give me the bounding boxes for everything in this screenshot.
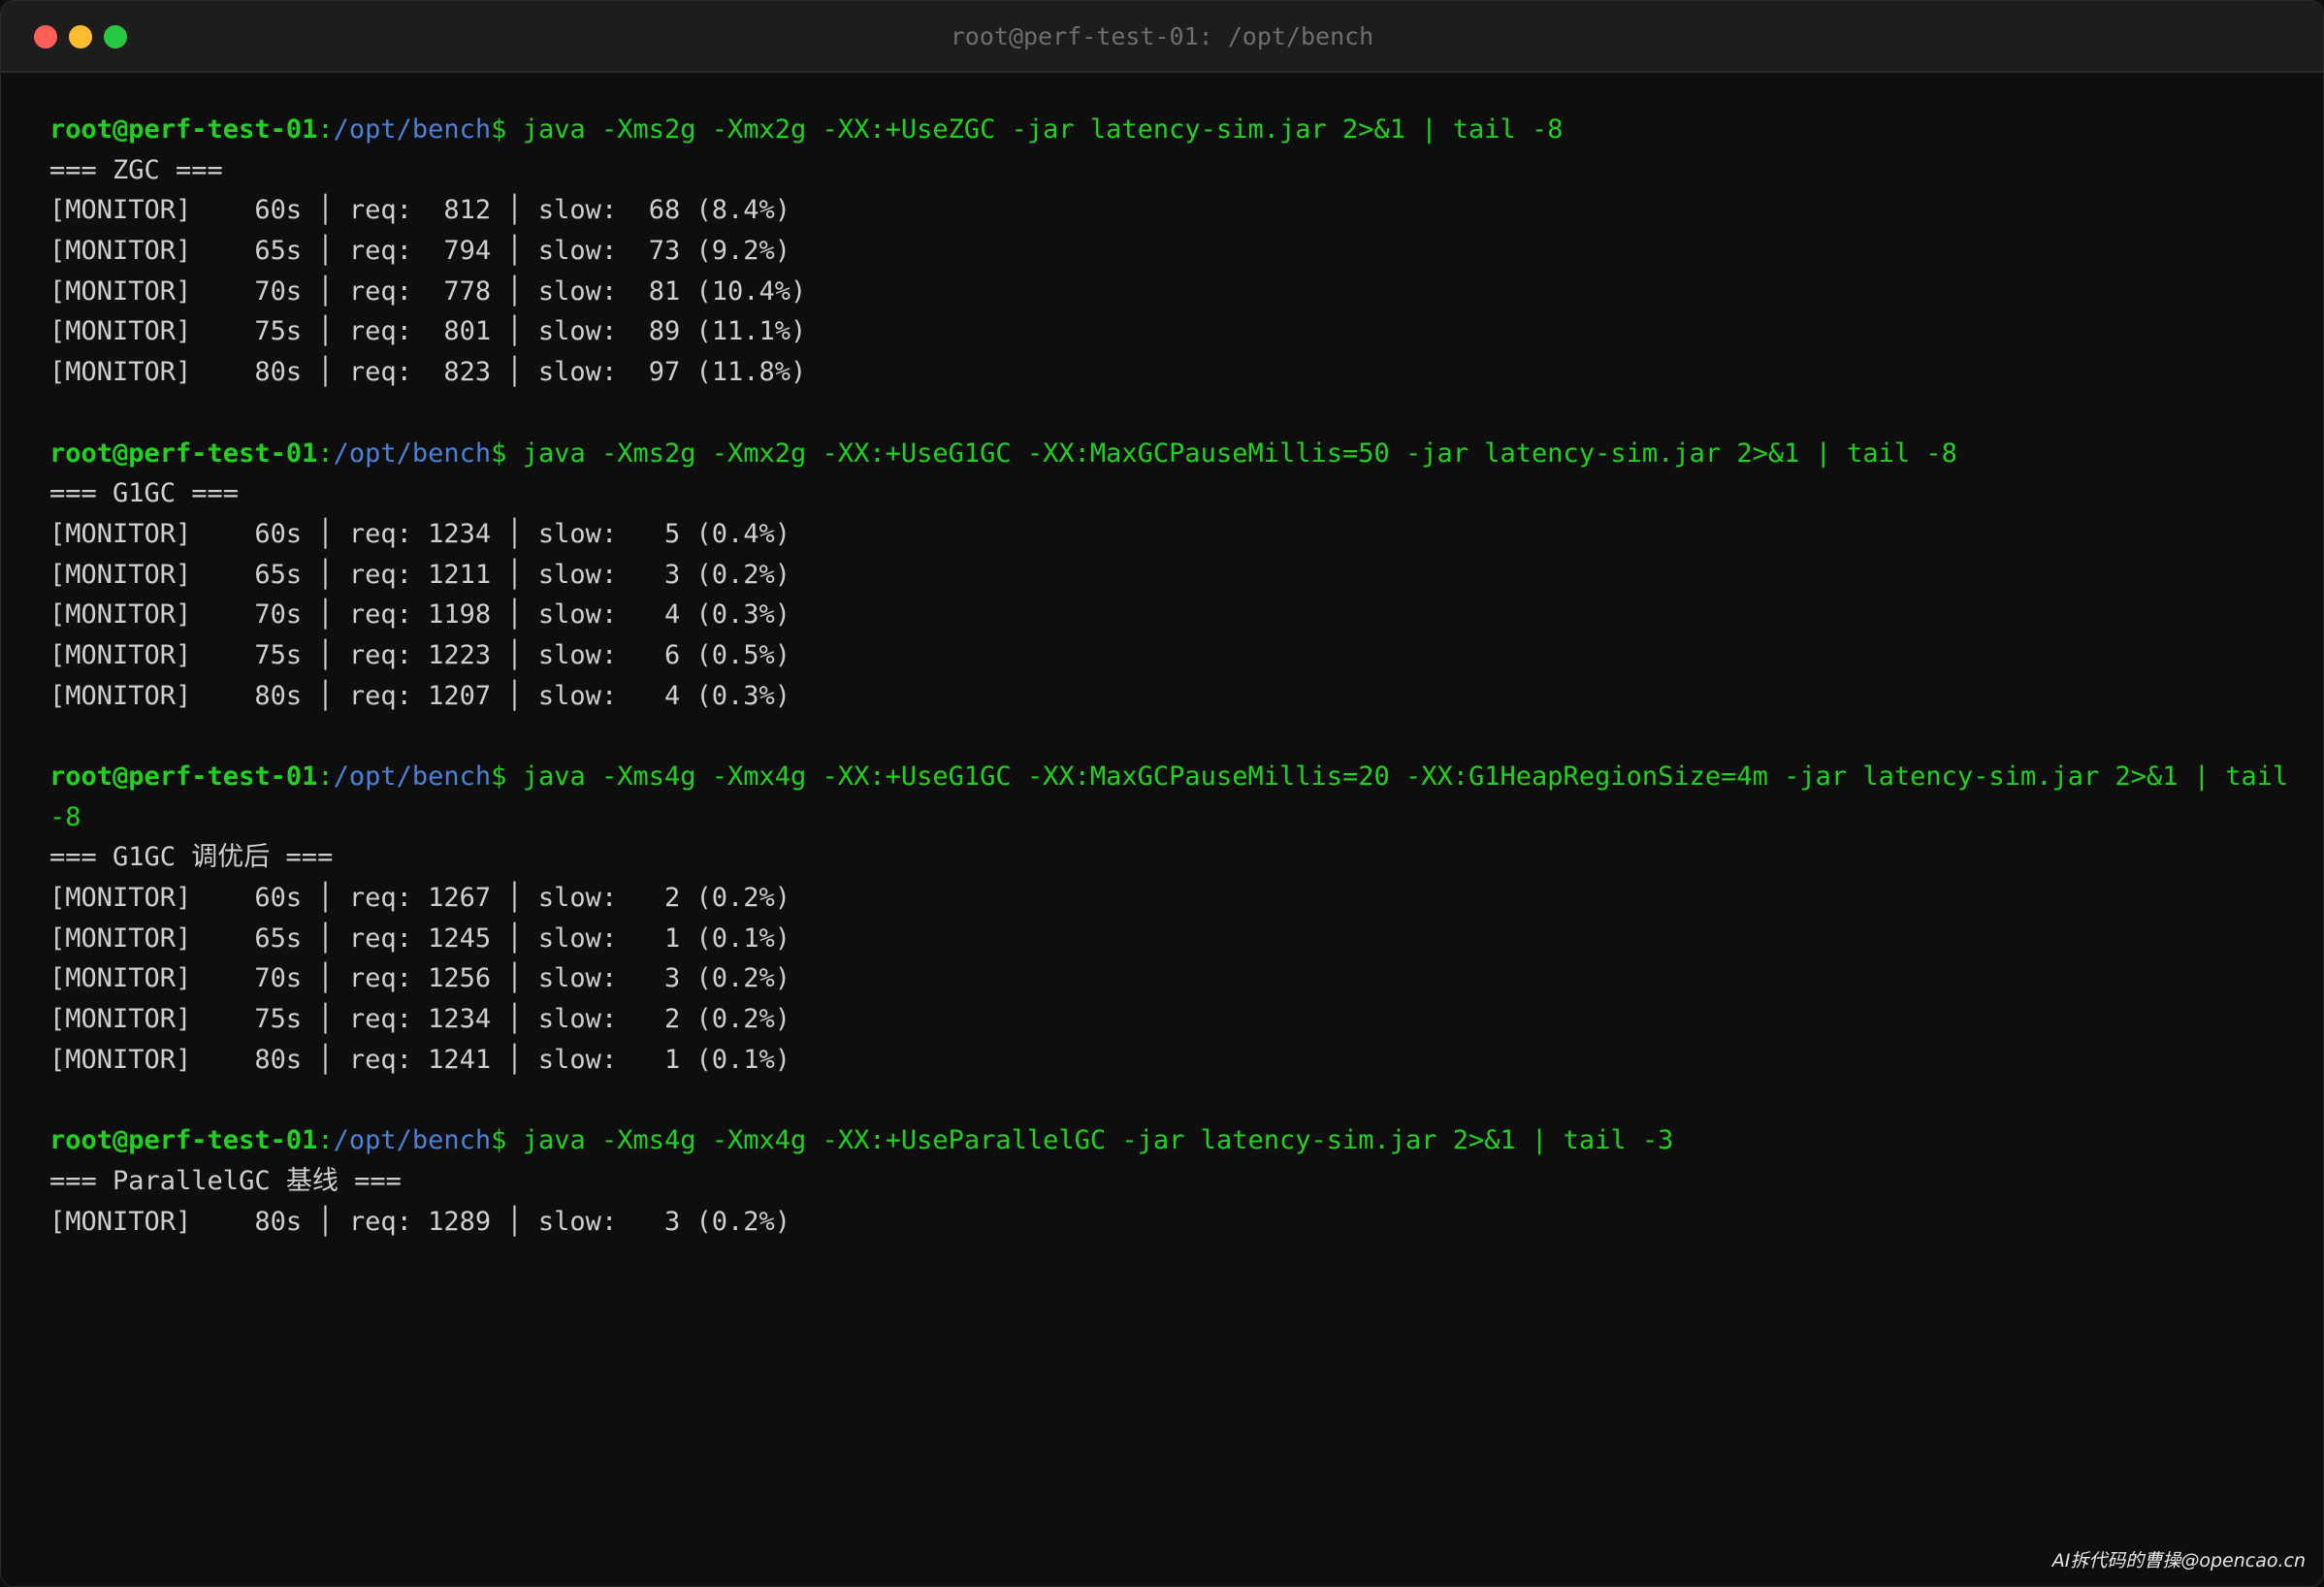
prompt-user-host: root@perf-test-01: [49, 1125, 318, 1156]
prompt-separator: :: [317, 1125, 334, 1156]
monitor-output-line: [MONITOR] 75s │ req: 1234 │ slow: 2 (0.2…: [49, 1004, 791, 1035]
prompt-path: /opt/bench: [333, 437, 492, 469]
prompt-path: /opt/bench: [333, 761, 492, 792]
prompt-user-host: root@perf-test-01: [49, 761, 318, 792]
monitor-output-line: [MONITOR] 70s │ req: 1256 │ slow: 3 (0.2…: [49, 963, 791, 994]
prompt-path: /opt/bench: [333, 1125, 492, 1156]
prompt-line: root@perf-test-01:/opt/bench$ java -Xms2…: [49, 110, 2284, 150]
prompt-symbol: $: [491, 1125, 507, 1156]
monitor-output-line: [MONITOR] 80s │ req: 1241 │ slow: 1 (0.1…: [49, 1044, 791, 1075]
output-header: === G1GC 调优后 ===: [49, 842, 334, 873]
watermark: AI拆代码的曹操@opencao.cn: [2051, 1550, 2306, 1571]
prompt-symbol: $: [491, 761, 507, 792]
monitor-output-line: [MONITOR] 60s │ req: 812 │ slow: 68 (8.4…: [49, 195, 791, 226]
terminal-output[interactable]: root@perf-test-01:/opt/bench$ java -Xms2…: [49, 110, 2288, 1242]
command-text-continued: -8: [49, 801, 81, 832]
prompt-symbol: $: [491, 114, 507, 145]
title-bar: root@perf-test-01: /opt/bench: [1, 1, 2323, 73]
monitor-output-line: [MONITOR] 75s │ req: 1223 │ slow: 6 (0.5…: [49, 639, 791, 670]
monitor-output-line: [MONITOR] 80s │ req: 1289 │ slow: 3 (0.2…: [49, 1206, 791, 1237]
prompt-separator: :: [317, 114, 334, 145]
prompt-symbol: $: [491, 437, 507, 469]
command-text: java -Xms2g -Xmx2g -XX:+UseZGC -jar late…: [522, 114, 1564, 145]
prompt-line: root@perf-test-01:/opt/bench$ java -Xms4…: [49, 757, 2288, 797]
terminal-window: root@perf-test-01: /opt/bench root@perf-…: [0, 0, 2324, 1587]
prompt-path: /opt/bench: [333, 114, 492, 145]
monitor-output-line: [MONITOR] 80s │ req: 823 │ slow: 97 (11.…: [49, 357, 807, 388]
command-continuation-line: -8: [49, 797, 2284, 838]
output-header: === ParallelGC 基线 ===: [49, 1165, 402, 1196]
window-title: root@perf-test-01: /opt/bench: [950, 22, 1374, 50]
monitor-output-line: [MONITOR] 75s │ req: 801 │ slow: 89 (11.…: [49, 316, 807, 347]
monitor-output-line: [MONITOR] 80s │ req: 1207 │ slow: 4 (0.3…: [49, 680, 791, 711]
prompt-user-host: root@perf-test-01: [49, 114, 318, 145]
command-text: java -Xms2g -Xmx2g -XX:+UseG1GC -XX:MaxG…: [522, 437, 1957, 469]
monitor-output-line: [MONITOR] 65s │ req: 794 │ slow: 73 (9.2…: [49, 236, 791, 267]
prompt-user-host: root@perf-test-01: [49, 437, 318, 469]
monitor-output-line: [MONITOR] 70s │ req: 1198 │ slow: 4 (0.3…: [49, 599, 791, 631]
monitor-output-line: [MONITOR] 65s │ req: 1245 │ slow: 1 (0.1…: [49, 923, 791, 954]
prompt-line: root@perf-test-01:/opt/bench$ java -Xms2…: [49, 434, 2284, 474]
monitor-output-line: [MONITOR] 60s │ req: 1234 │ slow: 5 (0.4…: [49, 518, 791, 549]
command-text: java -Xms4g -Xmx4g -XX:+UseParallelGC -j…: [522, 1125, 1674, 1156]
prompt-line: root@perf-test-01:/opt/bench$ java -Xms4…: [49, 1120, 2284, 1161]
monitor-output-line: [MONITOR] 65s │ req: 1211 │ slow: 3 (0.2…: [49, 559, 791, 590]
output-header: === G1GC ===: [49, 478, 240, 509]
prompt-separator: :: [317, 761, 334, 792]
prompt-separator: :: [317, 437, 334, 469]
monitor-output-line: [MONITOR] 60s │ req: 1267 │ slow: 2 (0.2…: [49, 883, 791, 914]
command-text: java -Xms4g -Xmx4g -XX:+UseG1GC -XX:MaxG…: [522, 761, 2289, 792]
output-header: === ZGC ===: [49, 154, 223, 185]
monitor-output-line: [MONITOR] 70s │ req: 778 │ slow: 81 (10.…: [49, 275, 807, 307]
